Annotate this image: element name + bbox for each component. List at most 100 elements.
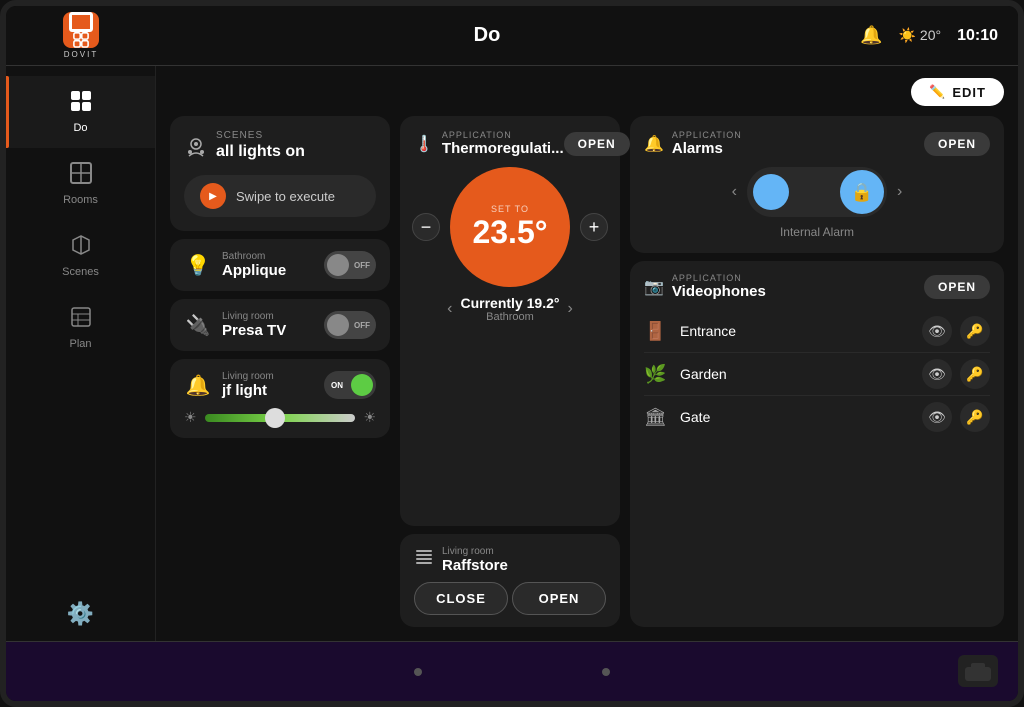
alarm-open-button[interactable]: OPEN xyxy=(924,132,990,156)
raffstore-open-button[interactable]: OPEN xyxy=(512,582,606,615)
raffstore-room: Living room xyxy=(442,546,508,557)
alarm-toggle-track[interactable]: 🔒 xyxy=(747,167,887,217)
alarm-app-tag: Application xyxy=(672,130,742,140)
toggle-applique[interactable] xyxy=(324,251,376,279)
raffstore-icon xyxy=(414,548,434,573)
thermo-app-tag: Application xyxy=(442,130,564,140)
light-card: 🔔 Living room jf light ☀ xyxy=(170,359,390,438)
sidebar-item-do[interactable]: Do xyxy=(6,76,155,148)
logo-icon xyxy=(63,12,99,48)
topbar: DOVIT Do 🔔 ☀️ 20° 10:10 xyxy=(6,6,1018,66)
device-name-1: Presa TV xyxy=(222,322,314,339)
logo-label: DOVIT xyxy=(64,50,98,59)
lock-icon: 🔒 xyxy=(851,182,873,203)
device-room-2: Living room xyxy=(222,371,314,382)
thermo-display: SET TO 23.5° xyxy=(450,167,570,287)
edit-icon: ✏️ xyxy=(929,84,946,100)
entrance-view-button[interactable]: 👁 xyxy=(922,316,952,346)
light-icon: 🔔 xyxy=(184,373,212,398)
raffstore-name: Raffstore xyxy=(442,557,508,574)
scenes-title: all lights on xyxy=(216,143,305,161)
sidebar-item-plan[interactable]: Plan xyxy=(6,292,155,364)
content-area: ✏️ EDIT xyxy=(156,66,1018,641)
swipe-to-execute-button[interactable]: ▶ Swipe to execute xyxy=(184,175,376,217)
thermo-set-label: SET TO xyxy=(491,204,529,214)
column-2: 🌡️ Application Thermoregulati... OPEN − xyxy=(400,116,620,627)
settings-icon: ⚙️ xyxy=(67,601,94,627)
column-1: Scenes all lights on ▶ Swipe to execute … xyxy=(170,116,390,627)
video-open-button[interactable]: OPEN xyxy=(924,275,990,299)
scenes-icon xyxy=(70,234,92,262)
dim-high-icon: ☀ xyxy=(363,409,376,426)
bottom-right-button[interactable] xyxy=(958,655,998,687)
entrance-label: Entrance xyxy=(680,323,914,339)
main-layout: Do Rooms Sc xyxy=(6,66,1018,641)
sidebar-item-settings[interactable]: ⚙️ xyxy=(6,587,155,641)
thermo-increase-button[interactable]: + xyxy=(580,213,608,241)
alarm-card: 🔔 Application Alarms OPEN ‹ xyxy=(630,116,1004,253)
alarm-next-button[interactable]: › xyxy=(897,183,902,201)
bottom-dot-right xyxy=(602,668,610,676)
gate-label: Gate xyxy=(680,409,914,425)
alarm-app-icon: 🔔 xyxy=(644,134,664,154)
device-room-0: Bathroom xyxy=(222,251,314,262)
thermo-decrease-button[interactable]: − xyxy=(412,213,440,241)
thermo-app-icon: 🌡️ xyxy=(414,134,434,154)
play-icon: ▶ xyxy=(200,183,226,209)
garden-label: Garden xyxy=(680,366,914,382)
thermo-app-name: Thermoregulati... xyxy=(442,140,564,157)
thermo-prev-button[interactable]: ‹ xyxy=(447,300,452,318)
entrance-icon: 🚪 xyxy=(644,321,672,342)
alarm-app-name: Alarms xyxy=(672,140,742,157)
garden-view-button[interactable]: 👁 xyxy=(922,359,952,389)
dim-low-icon: ☀ xyxy=(184,409,197,426)
scenes-card-icon xyxy=(184,136,208,166)
rooms-icon xyxy=(70,162,92,190)
grid-icon xyxy=(70,90,92,118)
video-app-name: Videophones xyxy=(672,283,766,300)
sidebar-item-rooms[interactable]: Rooms xyxy=(6,148,155,220)
topbar-right: 🔔 ☀️ 20° 10:10 xyxy=(818,25,1018,46)
logo-area: DOVIT xyxy=(6,12,156,59)
bell-icon[interactable]: 🔔 xyxy=(860,25,882,46)
sidebar-item-scenes[interactable]: Scenes xyxy=(6,220,155,292)
thermo-open-button[interactable]: OPEN xyxy=(564,132,630,156)
edit-button[interactable]: ✏️ EDIT xyxy=(911,78,1004,106)
scenes-card: Scenes all lights on ▶ Swipe to execute xyxy=(170,116,390,231)
sidebar-label-plan: Plan xyxy=(69,338,91,350)
alarm-prev-button[interactable]: ‹ xyxy=(732,183,737,201)
sidebar-label-scenes: Scenes xyxy=(62,266,99,278)
gate-view-button[interactable]: 👁 xyxy=(922,402,952,432)
toggle-light[interactable] xyxy=(324,371,376,399)
alarm-active-knob: 🔒 xyxy=(840,170,884,214)
raffstore-card: Living room Raffstore CLOSE OPEN xyxy=(400,534,620,627)
bottom-dot-left xyxy=(414,668,422,676)
raffstore-close-button[interactable]: CLOSE xyxy=(414,582,508,615)
thermo-current-room: Bathroom xyxy=(461,311,560,323)
thermo-next-button[interactable]: › xyxy=(567,300,572,318)
device-card-applique: 💡 Bathroom Applique xyxy=(170,239,390,291)
clock: 10:10 xyxy=(957,27,998,45)
toggle-presa[interactable] xyxy=(324,311,376,339)
brightness-slider[interactable] xyxy=(205,414,356,422)
gate-key-button[interactable]: 🔑 xyxy=(960,402,990,432)
weather-icon: ☀️ 20° xyxy=(899,27,942,44)
video-item-gate: 🏛 Gate 👁 🔑 xyxy=(644,396,990,438)
gate-icon: 🏛 xyxy=(644,407,672,428)
column-3: 🔔 Application Alarms OPEN ‹ xyxy=(630,116,1004,627)
thermo-set-temp: 23.5° xyxy=(472,214,547,251)
thermo-card: 🌡️ Application Thermoregulati... OPEN − xyxy=(400,116,620,526)
garden-key-button[interactable]: 🔑 xyxy=(960,359,990,389)
plan-icon xyxy=(70,306,92,334)
garden-icon: 🌿 xyxy=(644,364,672,385)
alarm-inactive-dot xyxy=(753,174,789,210)
device-name-0: Applique xyxy=(222,262,314,279)
sidebar: Do Rooms Sc xyxy=(6,66,156,641)
alarm-label: Internal Alarm xyxy=(644,225,990,239)
video-app-icon: 📷 xyxy=(644,277,664,297)
entrance-key-button[interactable]: 🔑 xyxy=(960,316,990,346)
thermo-current-val: Currently 19.2° xyxy=(461,295,560,311)
device-card-presa: 🔌 Living room Presa TV xyxy=(170,299,390,351)
cards-grid: Scenes all lights on ▶ Swipe to execute … xyxy=(170,116,1004,627)
sidebar-label-rooms: Rooms xyxy=(63,194,98,206)
